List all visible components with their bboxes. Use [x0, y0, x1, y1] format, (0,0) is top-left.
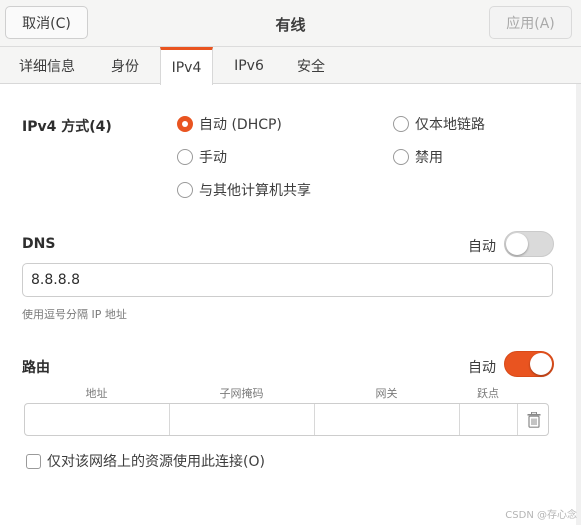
switch-knob	[530, 353, 552, 375]
checkbox-unchecked-icon[interactable]	[26, 453, 41, 469]
tab-identity[interactable]: 身份	[95, 47, 155, 84]
ipv4-method-label: IPv4 方式(4)	[22, 119, 112, 135]
radio-shared-label: 与其他计算机共享	[199, 183, 311, 199]
trash-icon	[527, 411, 541, 428]
tab-security[interactable]: 安全	[283, 47, 339, 84]
dns-auto-switch[interactable]	[504, 231, 554, 257]
radio-unchecked-icon[interactable]	[177, 182, 193, 198]
tab-details[interactable]: 详细信息	[5, 47, 89, 84]
dns-input[interactable]: 8.8.8.8	[22, 263, 553, 297]
routes-auto-switch[interactable]	[504, 351, 554, 377]
routes-label: 路由	[22, 360, 50, 376]
scroll-gutter	[576, 84, 581, 525]
tab-ipv6[interactable]: IPv6	[222, 47, 276, 84]
radio-disabled[interactable]: 禁用	[393, 147, 443, 167]
route-netmask-input[interactable]	[170, 404, 315, 435]
radio-manual-label: 手动	[199, 150, 227, 166]
dns-label: DNS	[22, 236, 56, 252]
dns-hint: 使用逗号分隔 IP 地址	[22, 308, 127, 321]
radio-manual[interactable]: 手动	[177, 147, 227, 167]
only-local-resources-checkbox[interactable]: 仅对该网络上的资源使用此连接(O)	[26, 451, 265, 471]
col-header-gateway: 网关	[375, 387, 398, 400]
route-metric-input[interactable]	[460, 404, 518, 435]
route-address-input[interactable]	[25, 404, 170, 435]
radio-shared[interactable]: 与其他计算机共享	[177, 180, 311, 200]
radio-unchecked-icon[interactable]	[177, 149, 193, 165]
route-row	[24, 403, 549, 436]
radio-link-local[interactable]: 仅本地链路	[393, 114, 485, 134]
radio-checked-icon[interactable]	[177, 116, 193, 132]
only-local-resources-label: 仅对该网络上的资源使用此连接(O)	[47, 454, 265, 470]
radio-unchecked-icon[interactable]	[393, 149, 409, 165]
routes-auto-label: 自动	[468, 360, 496, 376]
switch-knob	[506, 233, 528, 255]
radio-link-local-label: 仅本地链路	[415, 117, 485, 133]
radio-auto-dhcp[interactable]: 自动 (DHCP)	[177, 114, 282, 134]
dns-auto-label: 自动	[468, 239, 496, 255]
header-bar: 取消(C) 有线 应用(A)	[0, 0, 581, 47]
radio-disabled-label: 禁用	[415, 150, 443, 166]
col-header-address: 地址	[85, 387, 108, 400]
tab-bar: 详细信息 身份 IPv4 IPv6 安全	[0, 47, 581, 85]
watermark: CSDN @存心念	[505, 510, 577, 521]
apply-button[interactable]: 应用(A)	[489, 6, 572, 39]
delete-route-button[interactable]	[519, 404, 549, 435]
radio-unchecked-icon[interactable]	[393, 116, 409, 132]
col-header-netmask: 子网掩码	[219, 387, 264, 400]
col-header-metric: 跃点	[477, 387, 499, 400]
tab-ipv4[interactable]: IPv4	[160, 47, 213, 85]
route-gateway-input[interactable]	[315, 404, 460, 435]
radio-auto-dhcp-label: 自动 (DHCP)	[199, 117, 282, 133]
